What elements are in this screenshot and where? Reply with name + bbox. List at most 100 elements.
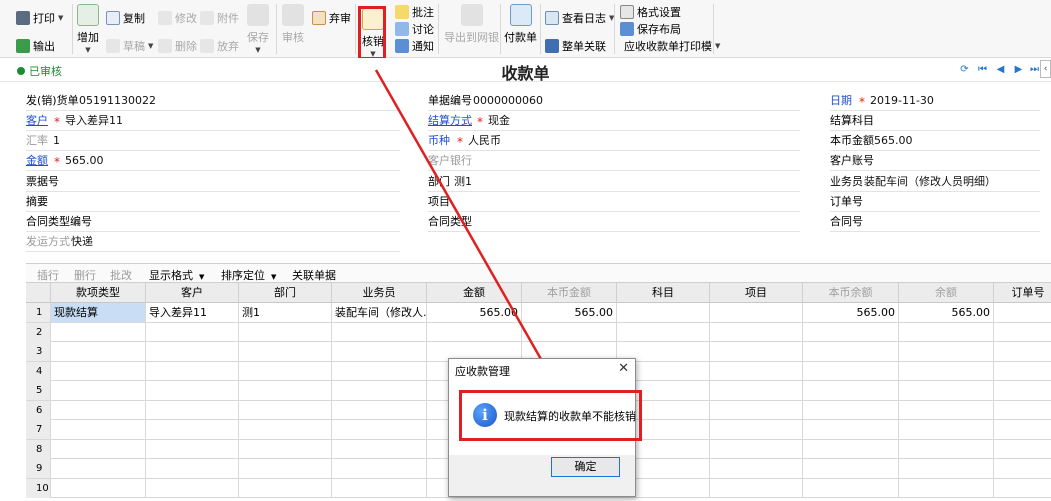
format-settings-button[interactable]: 格式设置 bbox=[620, 4, 681, 20]
table-cell[interactable] bbox=[332, 478, 427, 498]
table-cell[interactable] bbox=[803, 342, 899, 361]
column-header[interactable]: 订单号 bbox=[994, 283, 1051, 303]
bill-no-field[interactable]: 票据号 bbox=[26, 172, 400, 192]
table-cell[interactable] bbox=[51, 478, 146, 498]
column-header[interactable]: 余额 bbox=[899, 283, 994, 303]
related-doc-button[interactable]: 关联单据 bbox=[292, 267, 336, 283]
table-cell[interactable] bbox=[146, 322, 239, 342]
table-cell[interactable] bbox=[710, 478, 803, 498]
full-relation-button[interactable]: 整单关联 bbox=[545, 38, 606, 54]
next-record-icon[interactable]: ▶ bbox=[1013, 64, 1024, 75]
last-record-icon[interactable]: ⏭ bbox=[1029, 64, 1040, 75]
notify-button[interactable]: 通知 bbox=[395, 38, 434, 54]
first-record-icon[interactable]: ⏮ bbox=[977, 64, 988, 75]
table-cell[interactable] bbox=[710, 400, 803, 420]
currency-field[interactable]: 币种 * 人民币 bbox=[428, 131, 800, 151]
table-cell[interactable] bbox=[332, 459, 427, 478]
abandon-button[interactable]: 放弃 bbox=[200, 38, 239, 54]
column-header[interactable]: 科目 bbox=[617, 283, 710, 303]
payment-order-button[interactable]: 付款单 bbox=[504, 4, 537, 45]
table-cell[interactable] bbox=[146, 478, 239, 498]
table-cell[interactable] bbox=[994, 401, 1051, 420]
local-amount-field[interactable]: 本币金额 565.00 bbox=[830, 131, 1040, 151]
table-cell[interactable] bbox=[710, 322, 803, 342]
table-cell[interactable] bbox=[803, 420, 899, 439]
add-button[interactable]: 增加 ▼ bbox=[77, 4, 99, 54]
order-no-field[interactable]: 订单号 bbox=[830, 192, 1040, 212]
table-cell[interactable] bbox=[710, 439, 803, 459]
table-cell[interactable] bbox=[710, 381, 803, 400]
settle-method-link[interactable]: 结算方式 bbox=[428, 111, 472, 131]
copy-button[interactable]: 复制 bbox=[106, 10, 145, 26]
table-cell[interactable] bbox=[239, 439, 332, 459]
attachment-button[interactable]: 附件 bbox=[200, 10, 239, 26]
table-cell[interactable] bbox=[803, 322, 899, 342]
table-cell[interactable] bbox=[899, 361, 994, 381]
table-cell[interactable] bbox=[239, 322, 332, 342]
delete-row-button[interactable]: 删行 bbox=[74, 267, 96, 283]
table-cell[interactable]: 导入差异11 bbox=[146, 303, 239, 322]
column-header[interactable]: 款项类型 bbox=[51, 283, 146, 303]
table-cell[interactable] bbox=[899, 420, 994, 439]
customer-link[interactable]: 客户 bbox=[26, 111, 48, 131]
draft-button[interactable]: 草稿 ▼ bbox=[106, 38, 153, 54]
table-cell[interactable] bbox=[51, 439, 146, 459]
table-cell[interactable] bbox=[332, 400, 427, 420]
table-cell[interactable] bbox=[51, 400, 146, 420]
previous-record-icon[interactable]: ◀ bbox=[995, 64, 1006, 75]
settle-subject-field[interactable]: 结算科目 bbox=[830, 111, 1040, 131]
table-cell[interactable] bbox=[332, 342, 427, 361]
batch-edit-button[interactable]: 批改 bbox=[110, 267, 132, 283]
table-cell[interactable] bbox=[239, 459, 332, 478]
table-cell[interactable]: 现款结算 bbox=[51, 303, 146, 322]
table-cell[interactable] bbox=[427, 322, 522, 342]
audit-button[interactable]: 审核 bbox=[282, 4, 304, 45]
table-cell[interactable] bbox=[710, 459, 803, 478]
table-cell[interactable] bbox=[710, 303, 803, 322]
close-icon[interactable]: ✕ bbox=[618, 361, 629, 376]
export-button[interactable]: 输出 bbox=[16, 38, 55, 54]
ok-button[interactable]: 确定 bbox=[551, 457, 620, 477]
table-cell[interactable] bbox=[803, 439, 899, 459]
ship-method-field[interactable]: 发运方式 快递 bbox=[26, 232, 400, 252]
table-cell[interactable] bbox=[899, 478, 994, 498]
table-cell[interactable] bbox=[994, 362, 1051, 381]
table-cell[interactable] bbox=[994, 420, 1051, 439]
table-cell[interactable] bbox=[803, 400, 899, 420]
refresh-icon[interactable]: ⟳ bbox=[959, 64, 970, 75]
table-cell[interactable] bbox=[51, 342, 146, 361]
table-cell[interactable] bbox=[239, 342, 332, 361]
column-header[interactable]: 业务员 bbox=[332, 283, 427, 303]
table-cell[interactable] bbox=[994, 459, 1051, 478]
view-log-button[interactable]: 查看日志 ▼ bbox=[545, 10, 614, 26]
insert-row-button[interactable]: 插行 bbox=[37, 267, 59, 283]
currency-link[interactable]: 币种 bbox=[428, 131, 450, 151]
save-layout-button[interactable]: 保存布局 bbox=[620, 21, 681, 37]
table-cell[interactable] bbox=[899, 400, 994, 420]
print-button[interactable]: 打印 ▼ bbox=[16, 10, 63, 26]
rate-field[interactable]: 汇率 1 bbox=[26, 131, 400, 151]
table-cell[interactable] bbox=[899, 381, 994, 400]
table-cell[interactable] bbox=[994, 440, 1051, 459]
project-field[interactable]: 项目 bbox=[428, 192, 800, 212]
table-cell[interactable] bbox=[710, 342, 803, 361]
table-cell[interactable] bbox=[899, 459, 994, 478]
export-netbank-button[interactable]: 导出到网银 bbox=[444, 4, 499, 45]
table-cell[interactable] bbox=[146, 342, 239, 361]
column-header[interactable]: 项目 bbox=[710, 283, 803, 303]
table-cell[interactable] bbox=[803, 361, 899, 381]
table-cell[interactable] bbox=[803, 459, 899, 478]
table-cell[interactable] bbox=[146, 459, 239, 478]
table-cell[interactable] bbox=[51, 361, 146, 381]
table-cell[interactable] bbox=[239, 420, 332, 439]
table-cell[interactable] bbox=[239, 400, 332, 420]
contract-type-no-field[interactable]: 合同类型编号 bbox=[26, 212, 400, 232]
table-cell[interactable] bbox=[332, 420, 427, 439]
settle-method-field[interactable]: 结算方式 * 现金 bbox=[428, 111, 800, 131]
table-cell[interactable] bbox=[146, 439, 239, 459]
table-cell[interactable] bbox=[146, 381, 239, 400]
table-cell[interactable] bbox=[899, 439, 994, 459]
table-cell[interactable] bbox=[146, 400, 239, 420]
doc-no-field[interactable]: 单据编号 0000000060 bbox=[428, 91, 800, 111]
table-cell[interactable] bbox=[332, 361, 427, 381]
